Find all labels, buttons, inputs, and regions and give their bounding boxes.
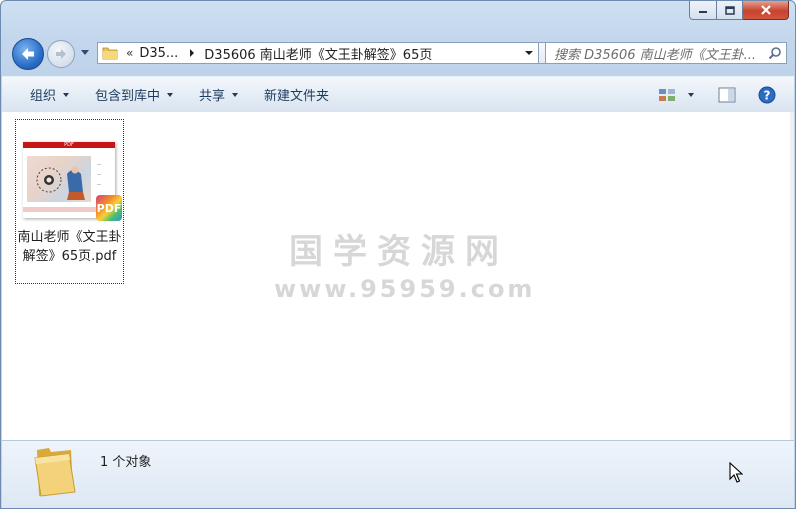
right-edge-strip [790,112,794,440]
breadcrumb-parent[interactable]: D35... [139,46,178,61]
share-button[interactable]: 共享 [191,82,246,108]
include-in-library-button[interactable]: 包含到库中 [87,82,181,108]
caption-buttons [689,1,789,21]
pdf-icon: PDF [96,195,122,221]
file-item-pdf[interactable]: PDF — — — PDF 南山老师《文王卦解签》65页.pdf [15,119,124,284]
maximize-button[interactable] [717,1,743,20]
new-folder-button[interactable]: 新建文件夹 [256,82,337,108]
new-folder-label: 新建文件夹 [264,89,330,104]
include-in-library-label: 包含到库中 [95,89,161,104]
toolbar-right: ? [658,82,776,108]
address-dropdown-button[interactable] [520,43,538,63]
folder-icon [102,45,118,61]
chevron-down-icon [688,93,694,97]
breadcrumb-separator-icon[interactable] [190,49,195,57]
file-name[interactable]: 南山老师《文王卦解签》65页.pdf [16,228,123,266]
arrow-right-icon [56,49,66,59]
command-bar: 组织 包含到库中 共享 新建文件夹 ? [2,76,794,113]
thumbnail-header: PDF [23,142,115,148]
preview-pane-button[interactable] [718,87,736,103]
minimize-button[interactable] [689,1,717,20]
watermark: 国学资源网 www.95959.com [274,224,536,303]
breadcrumb-current[interactable]: D35606 南山老师《文王卦解签》65页 [204,44,432,63]
thumbnail-vertical-text: — — — [97,162,101,187]
pdf-badge-label: PDF [96,201,122,215]
forward-button[interactable] [47,40,75,68]
watermark-title: 国学资源网 [289,232,509,272]
folder-icon [34,448,76,497]
minimize-icon [699,11,707,13]
mouse-pointer-icon [729,462,743,483]
view-icon [659,89,675,101]
recent-pages-dropdown[interactable] [81,50,89,55]
chevron-down-icon [232,92,239,97]
preview-pane-icon [718,87,736,103]
arrow-left-icon [22,48,34,60]
thumbnail-image [27,156,91,202]
close-icon [760,5,771,15]
address-row: « D35... D35606 南山老师《文王卦解签》65页 ⇆ 搜索 D356… [9,37,787,70]
explorer-window: « D35... D35606 南山老师《文王卦解签》65页 ⇆ 搜索 D356… [0,0,796,509]
watermark-url: www.95959.com [274,275,536,303]
organize-button[interactable]: 组织 [22,82,77,108]
back-button[interactable] [12,38,44,70]
search-input[interactable]: 搜索 D35606 南山老师《文王卦... [545,42,787,64]
chevron-down-icon [63,92,70,97]
svg-text:?: ? [764,89,771,103]
help-icon: ? [758,86,776,104]
search-icon [768,47,781,60]
file-list-area[interactable]: PDF — — — PDF 南山老师《文王卦解签》65页.pdf 国学资源网 w… [2,112,794,440]
details-pane: 1 个对象 [2,440,794,508]
breadcrumb-overflow[interactable]: « [126,46,133,60]
item-count: 1 个对象 [100,455,152,470]
address-bar[interactable]: « D35... D35606 南山老师《文王卦解签》65页 [97,42,539,64]
maximize-icon [724,5,735,15]
view-options-button[interactable] [658,87,694,103]
chevron-down-icon [167,92,174,97]
organize-label: 组织 [30,89,57,104]
help-button[interactable]: ? [758,86,776,104]
search-placeholder: 搜索 D35606 南山老师《文王卦... [554,47,757,63]
close-button[interactable] [743,1,789,20]
share-label: 共享 [199,89,226,104]
